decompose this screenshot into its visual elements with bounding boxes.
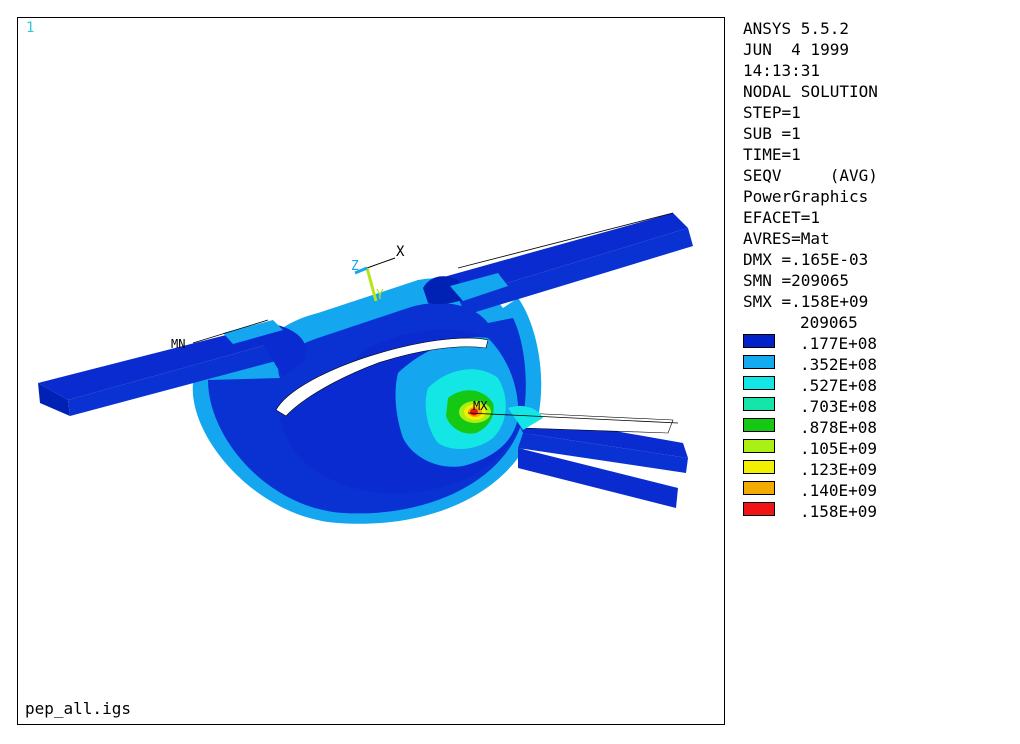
filename-label: pep_all.igs [25, 699, 131, 718]
info-line: 14:13:31 [743, 61, 821, 80]
legend-value-label: .703E+08 [800, 397, 878, 416]
legend-value-label: .527E+08 [800, 376, 878, 395]
legend-entry: .177E+08 [743, 333, 1013, 354]
legend-value-label: .177E+08 [800, 334, 878, 353]
legend-value-label: .105E+09 [800, 439, 878, 458]
legend-entry: .105E+09 [743, 438, 1013, 459]
legend-color-swatch [743, 481, 775, 495]
info-panel: ANSYS 5.5.2 JUN 4 1999 14:13:31 NODAL SOLUT… [743, 18, 1013, 522]
legend-value-label: .123E+09 [800, 460, 878, 479]
legend-color-swatch [743, 397, 775, 411]
legend-color-swatch [743, 502, 775, 516]
triad-x-label: X [396, 244, 405, 260]
info-line: STEP=1 [743, 103, 801, 122]
info-line: SMX =.158E+09 [743, 292, 869, 311]
info-line: DMX =.165E-03 [743, 250, 869, 269]
info-line: PowerGraphics [743, 187, 869, 206]
legend-entry: .878E+08 [743, 417, 1013, 438]
legend-color-swatch [743, 460, 775, 474]
triad-z-label: Z [351, 259, 359, 274]
legend-value-label: .140E+09 [800, 481, 878, 500]
legend-entry: .527E+08 [743, 375, 1013, 396]
max-marker-label: MX [473, 399, 488, 413]
min-marker-label: MN [171, 337, 185, 351]
triad-y-label: Y [376, 288, 384, 303]
info-line: SEQV (AVG) [743, 166, 878, 185]
info-line: JUN 4 1999 [743, 40, 849, 59]
info-line: NODAL SOLUTION [743, 82, 878, 101]
legend-entry: .158E+09 [743, 501, 1013, 522]
legend-color-swatch [743, 334, 775, 348]
legend-color-swatch [743, 355, 775, 369]
legend-value-label: .158E+09 [800, 502, 878, 521]
legend-min-value: 209065 [800, 313, 858, 332]
info-line: SMN =209065 [743, 271, 849, 290]
contour-legend: .177E+08 .352E+08 .527E+08 .703E+08 .878E+08… [743, 333, 1013, 522]
info-line: SUB =1 [743, 124, 801, 143]
fem-model-view: X Y Z MX MN [38, 212, 693, 524]
graphics-viewport[interactable]: 1 X Y Z MX MN pep_all.igs [17, 17, 725, 725]
legend-entry: .123E+09 [743, 459, 1013, 480]
legend-color-swatch [743, 418, 775, 432]
legend-value-label: .878E+08 [800, 418, 878, 437]
legend-entry: .703E+08 [743, 396, 1013, 417]
info-line: AVRES=Mat [743, 229, 830, 248]
legend-entry: .352E+08 [743, 354, 1013, 375]
legend-color-swatch [743, 376, 775, 390]
triad-x-axis [366, 257, 396, 269]
info-line: EFACET=1 [743, 208, 821, 227]
solution-info-lines: ANSYS 5.5.2 JUN 4 1999 14:13:31 NODAL SOLUT… [743, 18, 1013, 312]
legend-entry: .140E+09 [743, 480, 1013, 501]
pipe-tee-model [38, 212, 693, 524]
legend-value-label: .352E+08 [800, 355, 878, 374]
info-line: TIME=1 [743, 145, 801, 164]
info-line: ANSYS 5.5.2 [743, 19, 849, 38]
legend-color-swatch [743, 439, 775, 453]
